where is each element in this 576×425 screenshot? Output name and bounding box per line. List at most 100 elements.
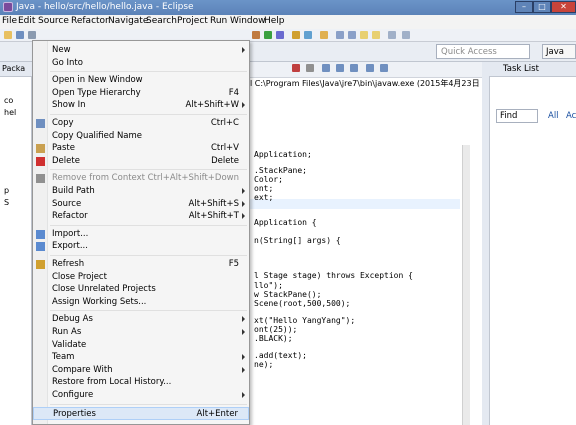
all-link[interactable]: All (548, 111, 559, 121)
copy-icon (36, 119, 45, 128)
run-icon[interactable] (264, 31, 272, 39)
forward-icon[interactable] (402, 31, 410, 39)
menu-edit[interactable]: Edit (18, 16, 35, 26)
maximize-button[interactable]: □ (533, 1, 551, 13)
activate-link[interactable]: Activ (566, 111, 576, 121)
export-icon (36, 242, 45, 252)
menu-refactor[interactable]: Refactor (71, 16, 109, 26)
nav-forward-icon[interactable] (348, 31, 356, 39)
title-bar: Java - hello/src/hello/hello.java - Ecli… (0, 0, 576, 15)
menu-item-refactor[interactable]: Refactor Alt+Shift+T (33, 210, 249, 223)
minimize-button[interactable]: – (515, 1, 533, 13)
menu-search[interactable]: Search (146, 16, 177, 26)
submenu-arrow-icon (242, 366, 245, 373)
scroll-lock-icon[interactable] (322, 64, 330, 72)
menu-item-debug-as[interactable]: Debug As (33, 313, 249, 326)
menu-project[interactable]: Project (177, 16, 208, 26)
menu-item-build-path[interactable]: Build Path (33, 185, 249, 198)
menu-item-copy-qualified-name[interactable]: Copy Qualified Name (33, 130, 249, 143)
menu-item-export[interactable]: Export... (33, 240, 249, 253)
tree-item[interactable]: p (4, 186, 9, 195)
menu-item-label: Compare With (52, 364, 113, 375)
search-icon[interactable] (304, 31, 312, 39)
menu-item-label: Close Project (52, 271, 107, 282)
open-console-icon[interactable] (380, 64, 388, 72)
menu-item-configure[interactable]: Configure (33, 389, 249, 402)
code-line: n(String[] args) { (254, 236, 341, 245)
menu-item-new[interactable]: New (33, 44, 249, 57)
menu-separator (50, 403, 247, 405)
task-list-tab[interactable]: Task List (489, 62, 576, 77)
print-icon[interactable] (28, 31, 36, 39)
menu-item-compare-with[interactable]: Compare With (33, 364, 249, 377)
menu-item-source[interactable]: Source Alt+Shift+S (33, 198, 249, 211)
tree-item[interactable]: co (4, 96, 13, 105)
tree-item[interactable]: S (4, 198, 9, 207)
menu-run[interactable]: Run (210, 16, 227, 26)
code-line: Scene(root,500,500); (254, 299, 351, 308)
perspective-java[interactable]: Java (542, 44, 576, 59)
submenu-arrow-icon (242, 200, 245, 207)
code-line: ont; (254, 184, 274, 193)
menu-item-close-unrelated-projects[interactable]: Close Unrelated Projects (33, 283, 249, 296)
remove-launch-icon[interactable] (306, 64, 314, 72)
menu-window[interactable]: Window (230, 16, 266, 26)
package-explorer-tab[interactable]: Packa (0, 62, 32, 77)
menu-source[interactable]: Source (38, 16, 69, 26)
terminate-icon[interactable] (292, 64, 300, 72)
console-toolbar (250, 62, 482, 78)
toolbar-icon[interactable] (252, 31, 260, 39)
menu-item-delete[interactable]: Delete Delete (33, 155, 249, 168)
annotation-icon[interactable] (360, 31, 368, 39)
menu-item-restore-from-local-history[interactable]: Restore from Local History... (33, 376, 249, 389)
panel-separator[interactable] (482, 62, 489, 425)
display-console-icon[interactable] (366, 64, 374, 72)
menu-item-show-in[interactable]: Show In Alt+Shift+W (33, 99, 249, 112)
menu-item-close-project[interactable]: Close Project (33, 271, 249, 284)
close-button[interactable]: ✕ (551, 1, 576, 13)
menu-item-copy[interactable]: Copy Ctrl+C (33, 117, 249, 130)
menu-item-label: Copy (52, 118, 74, 128)
find-input[interactable]: Find (496, 109, 538, 123)
menu-item-open-type-hierarchy[interactable]: Open Type Hierarchy F4 (33, 87, 249, 100)
save-icon[interactable] (16, 31, 24, 39)
menu-item-open-in-new-window[interactable]: Open in New Window (33, 74, 249, 87)
menu-item-go-into[interactable]: Go Into (33, 57, 249, 70)
new-icon[interactable] (4, 31, 12, 39)
menu-item-refresh[interactable]: Refresh F5 (33, 258, 249, 271)
menu-item-assign-working-sets[interactable]: Assign Working Sets... (33, 296, 249, 309)
menu-item-paste[interactable]: Paste Ctrl+V (33, 142, 249, 155)
word-wrap-icon[interactable] (336, 64, 344, 72)
editor-scrollbar[interactable] (462, 145, 470, 425)
quick-access-input[interactable]: Quick Access (436, 44, 530, 59)
menu-item-team[interactable]: Team (33, 351, 249, 364)
submenu-arrow-icon (242, 354, 245, 361)
tree-item[interactable]: hel (4, 108, 16, 117)
console-path: l C:\Program Files\Java\jre7\bin\javaw.e… (250, 79, 482, 88)
menu-help[interactable]: Help (264, 16, 285, 26)
menu-navigate[interactable]: Navigate (108, 16, 148, 26)
nav-back-icon[interactable] (336, 31, 344, 39)
debug-icon[interactable] (276, 31, 284, 39)
folder-icon[interactable] (320, 31, 328, 39)
eclipse-icon (3, 2, 13, 12)
menu-item-run-as[interactable]: Run As (33, 326, 249, 339)
menu-item-label: Paste (52, 143, 75, 154)
code-line: w StackPane(); (254, 290, 322, 299)
menu-item-label: Source (52, 198, 82, 209)
menu-item-shortcut: Ctrl+C (210, 118, 239, 128)
pin-console-icon[interactable] (350, 64, 358, 72)
menu-item-shortcut: Ctrl+V (210, 143, 239, 154)
menu-item-properties[interactable]: Properties Alt+Enter (33, 406, 249, 420)
annotation-next-icon[interactable] (372, 31, 380, 39)
menu-item-import[interactable]: Import... (33, 228, 249, 241)
menu-item-label: Refresh (52, 259, 85, 269)
menu-item-shortcut: Alt+Shift+W (185, 100, 239, 111)
open-type-icon[interactable] (292, 31, 300, 39)
paste-icon (36, 144, 45, 154)
code-line: .add(text); (254, 351, 307, 360)
menu-file[interactable]: File (2, 16, 17, 26)
refresh-icon (36, 260, 45, 269)
menu-item-validate[interactable]: Validate (33, 339, 249, 352)
back-icon[interactable] (388, 31, 396, 39)
